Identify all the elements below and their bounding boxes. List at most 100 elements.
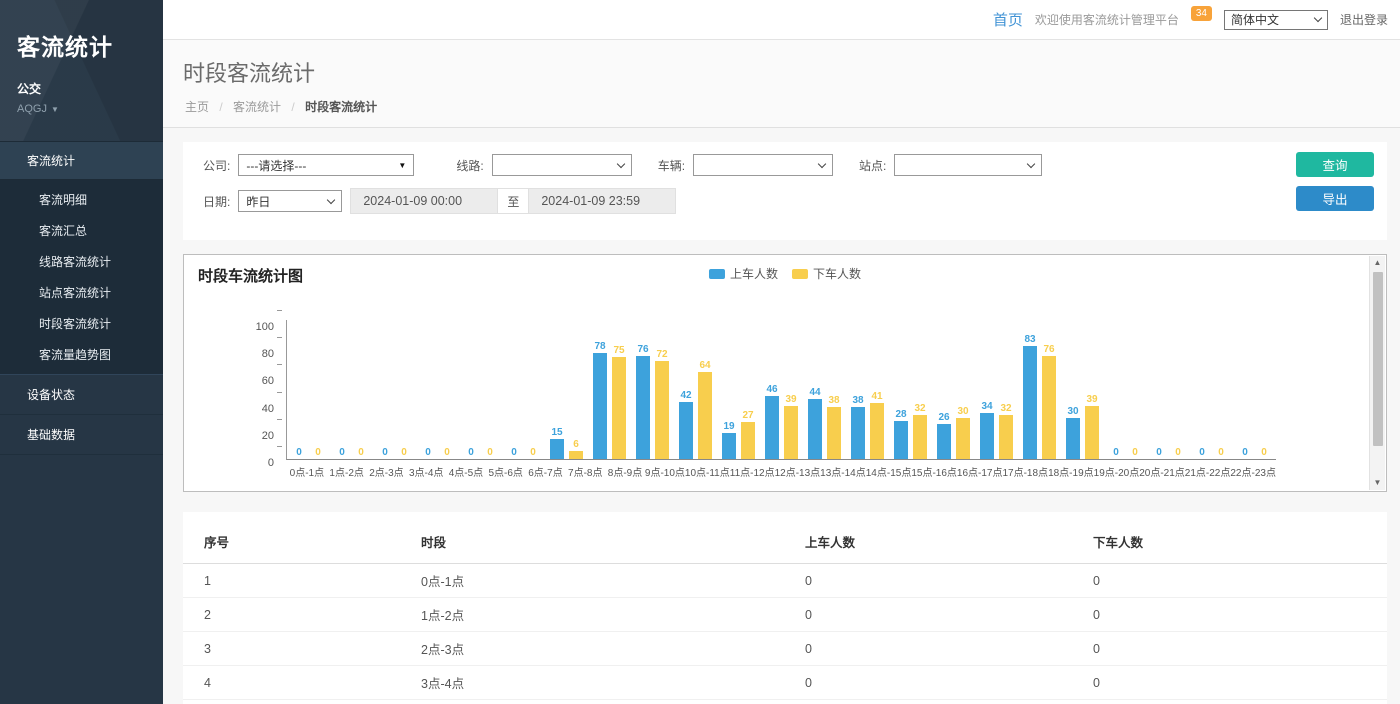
- bar: [1023, 346, 1037, 459]
- breadcrumb-home[interactable]: 主页: [185, 100, 209, 114]
- bar-column: 26: [937, 412, 951, 459]
- x-axis-label: 1点-2点: [327, 460, 367, 479]
- table-cell: 4点-5点: [413, 700, 797, 704]
- bar-value-label: 0: [468, 447, 474, 458]
- bar-column: 46: [765, 384, 779, 459]
- breadcrumb-passenger-flow[interactable]: 客流统计: [233, 100, 281, 114]
- company-label: 公司:: [203, 157, 230, 174]
- sidebar-item-5[interactable]: 时段客流统计: [0, 308, 163, 339]
- scroll-up-icon[interactable]: ▲: [1374, 256, 1382, 270]
- bar-value-label: 19: [723, 421, 734, 432]
- bar-column: 72: [655, 349, 669, 459]
- home-link[interactable]: 首页: [993, 9, 1023, 30]
- bar: [937, 424, 951, 459]
- language-value: 简体中文: [1231, 11, 1279, 28]
- sidebar-section-passenger-flow[interactable]: 客流统计: [0, 141, 163, 180]
- content: 公司: ---请选择--- ▼ 线路: 车辆: 站点: 日期: 昨日: [163, 128, 1400, 704]
- bar-column: 28: [894, 409, 908, 459]
- chart-scrollbar[interactable]: ▲ ▼: [1369, 256, 1385, 490]
- legend-item-1[interactable]: 下车人数: [792, 265, 861, 282]
- station-select[interactable]: [894, 154, 1042, 176]
- bar: [999, 415, 1013, 459]
- app-title: 客流统计: [0, 0, 163, 62]
- x-axis-label: 16点-17点: [957, 460, 1003, 479]
- scrollbar-thumb[interactable]: [1373, 272, 1383, 446]
- notification-badge[interactable]: 34: [1191, 6, 1212, 21]
- query-button[interactable]: 查询: [1296, 152, 1374, 177]
- company-select[interactable]: ---请选择--- ▼: [238, 154, 414, 176]
- org-code-dropdown[interactable]: AQGJ▼: [0, 97, 163, 129]
- table-cell: 1: [183, 564, 413, 598]
- bar-group: 4438: [803, 387, 846, 459]
- bar-value-label: 83: [1024, 334, 1035, 345]
- bar-value-label: 0: [339, 447, 345, 458]
- bar-value-label: 15: [551, 427, 562, 438]
- bar-value-label: 0: [358, 447, 364, 458]
- x-axis-label: 11点-12点: [730, 460, 775, 479]
- welcome-text: 欢迎使用客流统计管理平台: [1035, 11, 1179, 28]
- table-row: 54点-5点00: [183, 700, 1387, 704]
- bar: [827, 407, 841, 459]
- data-table-panel: 序号时段上车人数下车人数 10点-1点0021点-2点0032点-3点0043点…: [183, 512, 1387, 704]
- date-to-input[interactable]: 2024-01-09 23:59: [528, 188, 676, 214]
- bar-group: 00: [1147, 447, 1190, 459]
- bar-value-label: 46: [766, 384, 777, 395]
- bar-group: 00: [1190, 447, 1233, 459]
- language-select[interactable]: 简体中文: [1224, 10, 1328, 30]
- page-header: 时段客流统计 主页 / 客流统计 / 时段客流统计: [163, 40, 1400, 128]
- x-axis-label: 21点-22点: [1185, 460, 1231, 479]
- sidebar-item-3[interactable]: 线路客流统计: [0, 246, 163, 277]
- bar-group: 2832: [889, 403, 932, 459]
- export-button[interactable]: 导出: [1296, 186, 1374, 211]
- bar-column: 75: [612, 345, 626, 459]
- vehicle-select[interactable]: [693, 154, 833, 176]
- date-from-input[interactable]: 2024-01-09 00:00: [350, 188, 498, 214]
- scroll-down-icon[interactable]: ▼: [1374, 476, 1382, 490]
- x-axis-label: 14点-15点: [866, 460, 912, 479]
- sidebar-item-2[interactable]: 客流汇总: [0, 215, 163, 246]
- line-select[interactable]: [492, 154, 632, 176]
- table-header-2: 上车人数: [797, 522, 1085, 564]
- bar-value-label: 0: [315, 447, 321, 458]
- sidebar-item-4[interactable]: 站点客流统计: [0, 277, 163, 308]
- bar-column: 76: [636, 344, 650, 459]
- table-cell: 3点-4点: [413, 666, 797, 700]
- y-tick-label: 20: [262, 430, 274, 442]
- bar-group: 1927: [717, 410, 760, 459]
- y-tick-mark: [277, 419, 282, 420]
- legend-item-0[interactable]: 上车人数: [709, 265, 778, 282]
- table-cell: 0点-1点: [413, 564, 797, 598]
- logout-link[interactable]: 退出登录: [1340, 11, 1388, 28]
- bar-group: 00: [416, 447, 459, 459]
- y-tick-label: 60: [262, 375, 274, 387]
- sidebar-items: 设备状态基础数据: [0, 374, 163, 455]
- sidebar-item-设备状态[interactable]: 设备状态: [0, 374, 163, 415]
- date-preset-value: 昨日: [246, 193, 270, 210]
- bar-value-label: 0: [296, 447, 302, 458]
- date-preset-select[interactable]: 昨日: [238, 190, 342, 212]
- y-tick-label: 40: [262, 403, 274, 415]
- sidebar-item-6[interactable]: 客流量趋势图: [0, 339, 163, 370]
- bar-group: 156: [545, 427, 588, 459]
- y-tick-label: 100: [256, 321, 274, 333]
- bar-value-label: 0: [487, 447, 493, 458]
- vehicle-label: 车辆:: [658, 157, 685, 174]
- bar: [784, 406, 798, 459]
- legend-color-chip: [792, 269, 808, 279]
- bar-value-label: 0: [425, 447, 431, 458]
- station-label: 站点:: [859, 157, 886, 174]
- app-root: 客流统计 公交 AQGJ▼ 客流统计 客流明细客流汇总线路客流统计站点客流统计时…: [0, 0, 1400, 704]
- bar-value-label: 42: [680, 390, 691, 401]
- chevron-down-icon: [327, 195, 335, 203]
- chevron-down-icon: [818, 159, 826, 167]
- sidebar-item-基础数据[interactable]: 基础数据: [0, 415, 163, 455]
- x-axis-label: 10点-11点: [685, 460, 730, 479]
- sidebar-item-1[interactable]: 客流明细: [0, 184, 163, 215]
- bar-column: 0: [1214, 447, 1228, 459]
- table-header-1: 时段: [413, 522, 797, 564]
- bar-value-label: 0: [382, 447, 388, 458]
- bar-value-label: 26: [938, 412, 949, 423]
- bar: [870, 403, 884, 459]
- bar-value-label: 72: [656, 349, 667, 360]
- chart-bars: 0000000000001567875767242641927463944383…: [286, 320, 1276, 460]
